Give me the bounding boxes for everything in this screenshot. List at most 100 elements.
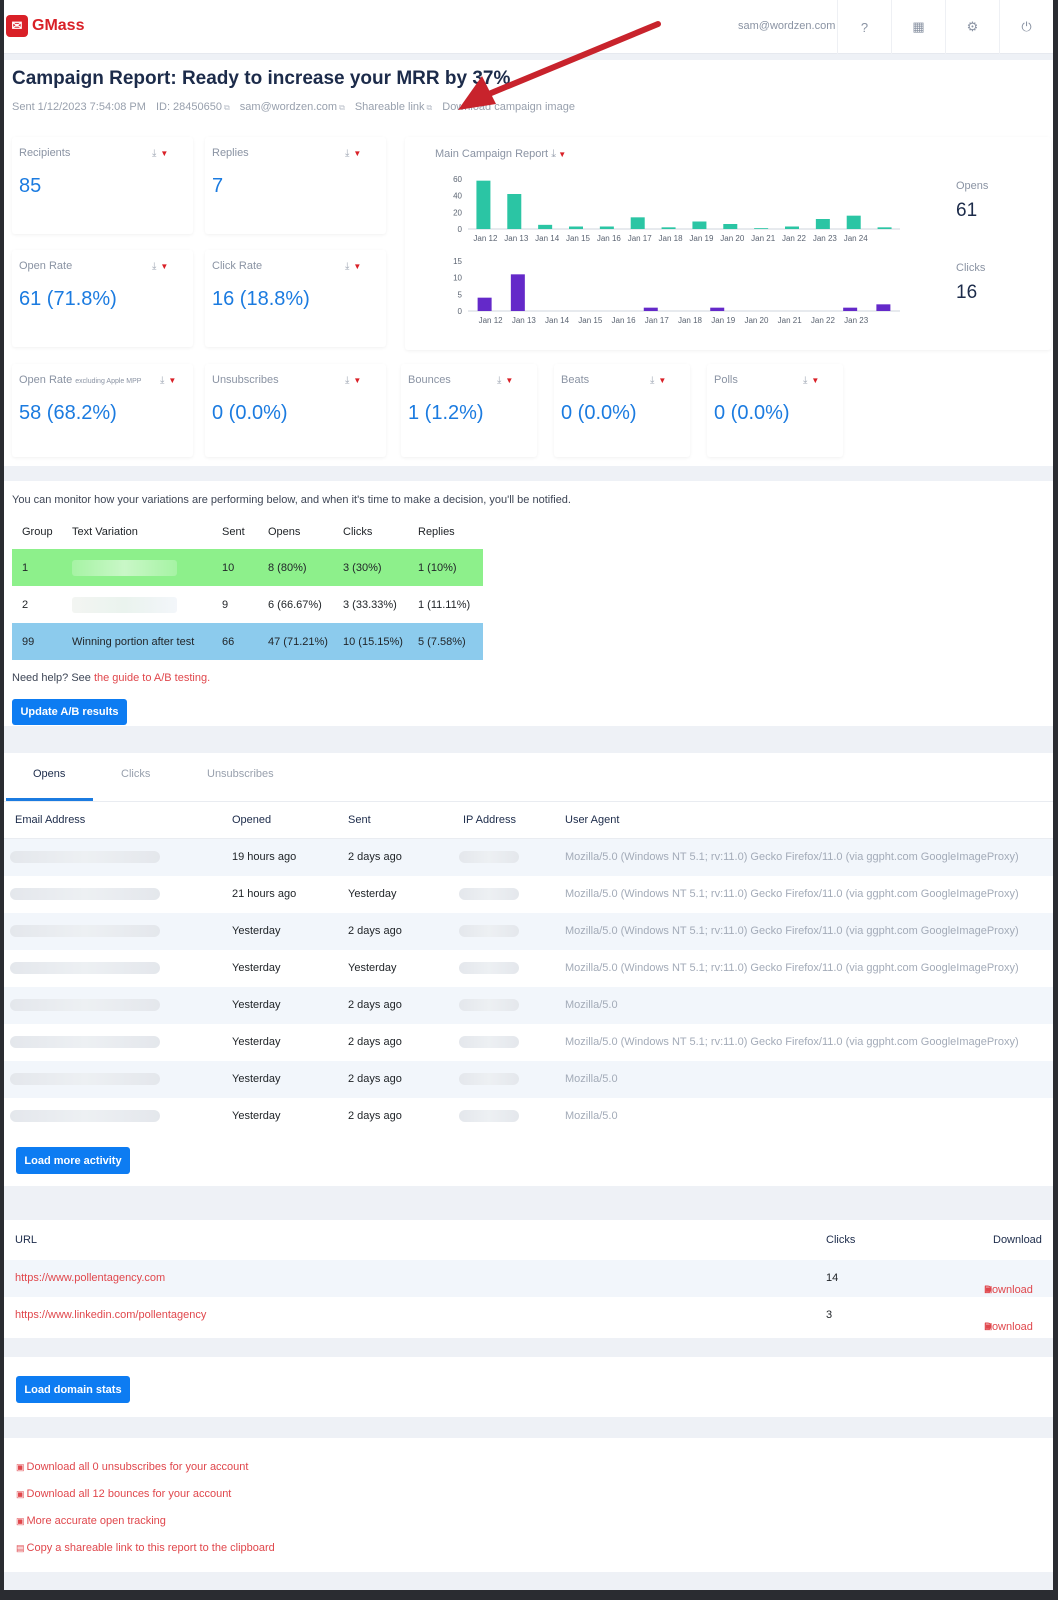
download-bounces-link[interactable]: ▣ Download all 12 bounces for your accoun…: [16, 1488, 231, 1500]
ab-variation: [62, 586, 212, 623]
stat-value: 0 (0.0%): [561, 402, 637, 424]
dropdown-caret-icon[interactable]: ▼: [556, 150, 566, 159]
settings-icon[interactable]: ⚙: [945, 0, 999, 54]
redacted-email: [10, 999, 160, 1011]
ab-clicks: 3 (30%): [343, 561, 382, 574]
bar[interactable]: [599, 226, 614, 230]
x-tick-label: Jan 18: [678, 316, 703, 325]
x-tick-label: Jan 22: [811, 316, 836, 325]
stat-download-icon[interactable]: ⤓ ▼: [497, 375, 513, 386]
tab-unsubscribes[interactable]: Unsubscribes: [207, 768, 274, 780]
activity-tabs: Opens Clicks Unsubscribes: [4, 756, 1053, 801]
bar[interactable]: [785, 226, 799, 230]
row-sent: 2 days ago: [348, 851, 402, 863]
stat-download-icon[interactable]: ⤓ ▼: [345, 148, 361, 159]
url-table-header: URL Clicks Download: [4, 1222, 1053, 1260]
x-tick-label: Jan 22: [782, 234, 807, 243]
x-tick-label: Jan 19: [711, 316, 736, 325]
activity-table-header: Email Address Opened Sent IP Address Use…: [4, 801, 1053, 839]
bar[interactable]: [507, 194, 522, 229]
redacted-ip: [459, 925, 519, 937]
row-user-agent: Mozilla/5.0: [565, 999, 618, 1011]
row-sent: 2 days ago: [348, 1073, 402, 1085]
row-user-agent: Mozilla/5.0 (Windows NT 5.1; rv:11.0) Ge…: [565, 1036, 1019, 1048]
load-more-activity-button[interactable]: Load more activity: [16, 1147, 130, 1174]
row-opened: Yesterday: [232, 1110, 281, 1122]
bar[interactable]: [477, 297, 492, 311]
logo[interactable]: ✉ GMass: [6, 15, 84, 37]
x-tick-label: Jan 17: [628, 234, 653, 243]
bar[interactable]: [569, 226, 583, 230]
activity-row: 19 hours ago 2 days ago Mozilla/5.0 (Win…: [4, 839, 1053, 876]
ab-table: Group Text Variation Sent Opens Clicks R…: [12, 515, 483, 660]
bar[interactable]: [630, 217, 645, 229]
stat-download-icon[interactable]: ⤓ ▼: [345, 261, 361, 272]
x-tick-label: Jan 21: [778, 316, 803, 325]
bar[interactable]: [877, 227, 892, 229]
bar[interactable]: [643, 307, 658, 311]
x-tick-label: Jan 12: [473, 234, 498, 243]
bar[interactable]: [843, 307, 858, 311]
stat-label: Polls: [714, 374, 738, 386]
copy-icon[interactable]: ⧉: [427, 103, 433, 112]
bar[interactable]: [815, 219, 830, 229]
redacted-text: [72, 596, 177, 613]
stat-label: Beats: [561, 374, 590, 386]
stat-card-beats: Beats ⤓ ▼ 0 (0.0%): [554, 364, 690, 457]
stat-download-icon[interactable]: ⤓ ▼: [152, 148, 168, 159]
stat-card-open-rate-excl-mpp: Open Rate excluding Apple MPP ⤓ ▼ 58 (68.…: [12, 364, 193, 457]
ab-sent: 66: [222, 635, 235, 648]
col-group: Group: [22, 526, 53, 538]
copy-icon[interactable]: ⧉: [339, 103, 345, 112]
bar[interactable]: [710, 307, 725, 311]
x-tick-label: Jan 15: [566, 234, 591, 243]
stat-label: Open Rate: [19, 260, 73, 272]
tab-clicks[interactable]: Clicks: [121, 768, 150, 780]
shareable-link[interactable]: Shareable link ⧉: [355, 101, 432, 113]
download-unsubscribes-link[interactable]: ▣ Download all 0 unsubscribes for your ac…: [16, 1461, 248, 1473]
row-opened: Yesterday: [232, 962, 281, 974]
redacted-ip: [459, 851, 519, 863]
apps-grid-icon[interactable]: ▦: [891, 0, 945, 54]
col-download: Download: [993, 1234, 1042, 1246]
bar[interactable]: [661, 227, 676, 229]
open-tracking-link[interactable]: ▣ More accurate open tracking: [16, 1515, 166, 1527]
user-email: sam@wordzen.com: [738, 20, 836, 32]
redacted-email: [10, 888, 160, 900]
activity-row: Yesterday 2 days ago Mozilla/5.0: [4, 1098, 1053, 1135]
ab-replies: 1 (11.11%): [418, 598, 471, 611]
col-replies: Replies: [418, 526, 455, 538]
bar[interactable]: [723, 224, 738, 229]
bar[interactable]: [538, 224, 553, 229]
redacted-email: [10, 1073, 160, 1085]
update-ab-results-button[interactable]: Update A/B results: [12, 699, 127, 725]
stat-download-icon[interactable]: ⤓ ▼: [650, 375, 666, 386]
url-link[interactable]: https://www.pollentagency.com: [15, 1272, 165, 1284]
stat-download-icon[interactable]: ⤓ ▼: [345, 375, 361, 386]
power-icon[interactable]: ⏻: [999, 0, 1053, 54]
bar[interactable]: [476, 180, 491, 229]
bar[interactable]: [510, 274, 525, 311]
stat-card-open-rate: Open Rate ⤓ ▼ 61 (71.8%): [12, 250, 193, 347]
download-campaign-image-link[interactable]: Download campaign image: [442, 101, 575, 113]
ab-guide-link[interactable]: the guide to A/B testing.: [94, 672, 210, 684]
ab-variation: [62, 549, 212, 586]
bar[interactable]: [754, 228, 769, 229]
ab-sent: 9: [222, 598, 229, 611]
help-icon[interactable]: ?: [837, 0, 891, 54]
bar[interactable]: [692, 221, 707, 230]
copy-icon[interactable]: ⧉: [224, 103, 230, 112]
x-tick-label: Jan 14: [535, 234, 560, 243]
load-domain-stats-button[interactable]: Load domain stats: [16, 1376, 130, 1403]
stat-download-icon[interactable]: ⤓ ▼: [160, 375, 176, 386]
x-tick-label: Jan 16: [612, 316, 637, 325]
y-tick-label: 10: [453, 274, 462, 283]
bar[interactable]: [876, 304, 891, 311]
bar[interactable]: [846, 215, 861, 229]
stat-download-icon[interactable]: ⤓ ▼: [803, 375, 819, 386]
stat-label: Open Rate excluding Apple MPP: [19, 374, 142, 386]
copy-shareable-link[interactable]: ▤ Copy a shareable link to this report to…: [16, 1542, 275, 1554]
stat-download-icon[interactable]: ⤓ ▼: [152, 261, 168, 272]
tab-opens[interactable]: Opens: [33, 768, 65, 780]
url-link[interactable]: https://www.linkedin.com/pollentagency: [15, 1309, 206, 1321]
